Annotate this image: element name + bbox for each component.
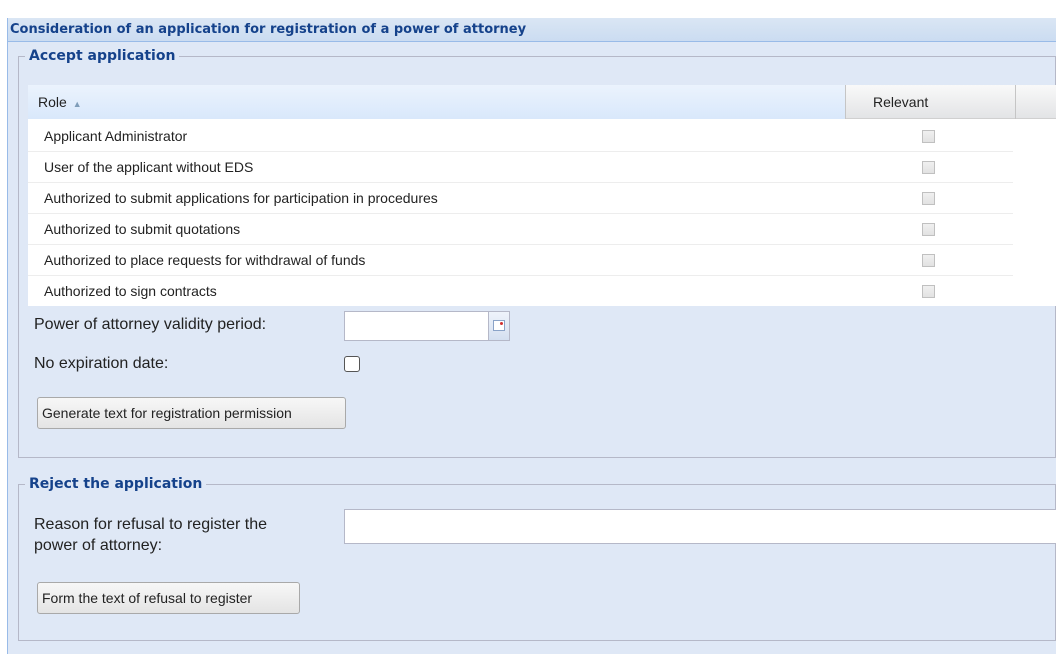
accept-application-legend: Accept application xyxy=(29,48,176,64)
role-cell: Authorized to sign contracts xyxy=(44,283,217,299)
sort-ascending-icon: ▲ xyxy=(72,99,82,109)
refusal-reason-input[interactable] xyxy=(344,509,1056,544)
role-cell: Authorized to place requests for withdra… xyxy=(44,252,366,268)
column-header-role[interactable]: Role ▲ xyxy=(28,85,846,119)
grid-header: Role ▲ Relevant xyxy=(28,85,1056,119)
column-header-relevant[interactable]: Relevant xyxy=(846,85,1016,119)
refusal-reason-label-line1: Reason for refusal to register the xyxy=(34,516,268,533)
table-row[interactable]: Authorized to submit quotations xyxy=(28,214,1013,245)
role-cell: User of the applicant without EDS xyxy=(44,159,254,175)
reject-application-legend: Reject the application xyxy=(29,476,203,492)
refusal-reason-label-line2: power of attorney: xyxy=(34,537,163,554)
roles-grid: Role ▲ Relevant Applicant Administrator U… xyxy=(28,85,1056,306)
generate-permission-button[interactable]: Generate text for registration permissio… xyxy=(37,397,346,429)
role-cell: Authorized to submit applications for pa… xyxy=(44,190,438,206)
reject-application-group: Reject the application xyxy=(18,476,1056,641)
table-row[interactable]: Authorized to submit applications for pa… xyxy=(28,183,1013,214)
relevant-checkbox[interactable] xyxy=(922,285,935,298)
table-row[interactable]: Authorized to sign contracts xyxy=(28,276,1013,307)
relevant-checkbox[interactable] xyxy=(922,254,935,267)
table-row[interactable]: Authorized to place requests for withdra… xyxy=(28,245,1013,276)
relevant-checkbox[interactable] xyxy=(922,161,935,174)
column-header-relevant-label: Relevant xyxy=(873,94,929,110)
validity-period-label: Power of attorney validity period: xyxy=(34,316,267,333)
no-expiration-checkbox[interactable] xyxy=(344,356,360,372)
table-row[interactable]: Applicant Administrator xyxy=(28,121,1013,152)
role-cell: Applicant Administrator xyxy=(44,128,188,144)
table-row[interactable]: User of the applicant without EDS xyxy=(28,152,1013,183)
form-refusal-button[interactable]: Form the text of refusal to register xyxy=(37,582,300,614)
calendar-icon xyxy=(493,320,505,331)
role-cell: Authorized to submit quotations xyxy=(44,221,241,237)
no-expiration-label: No expiration date: xyxy=(34,355,169,372)
relevant-checkbox[interactable] xyxy=(922,192,935,205)
panel-title: Consideration of an application for regi… xyxy=(8,18,1056,42)
relevant-checkbox[interactable] xyxy=(922,130,935,143)
relevant-checkbox[interactable] xyxy=(922,223,935,236)
column-header-role-label: Role xyxy=(38,94,67,110)
calendar-trigger-button[interactable] xyxy=(488,311,510,341)
validity-period-input[interactable] xyxy=(344,311,489,341)
